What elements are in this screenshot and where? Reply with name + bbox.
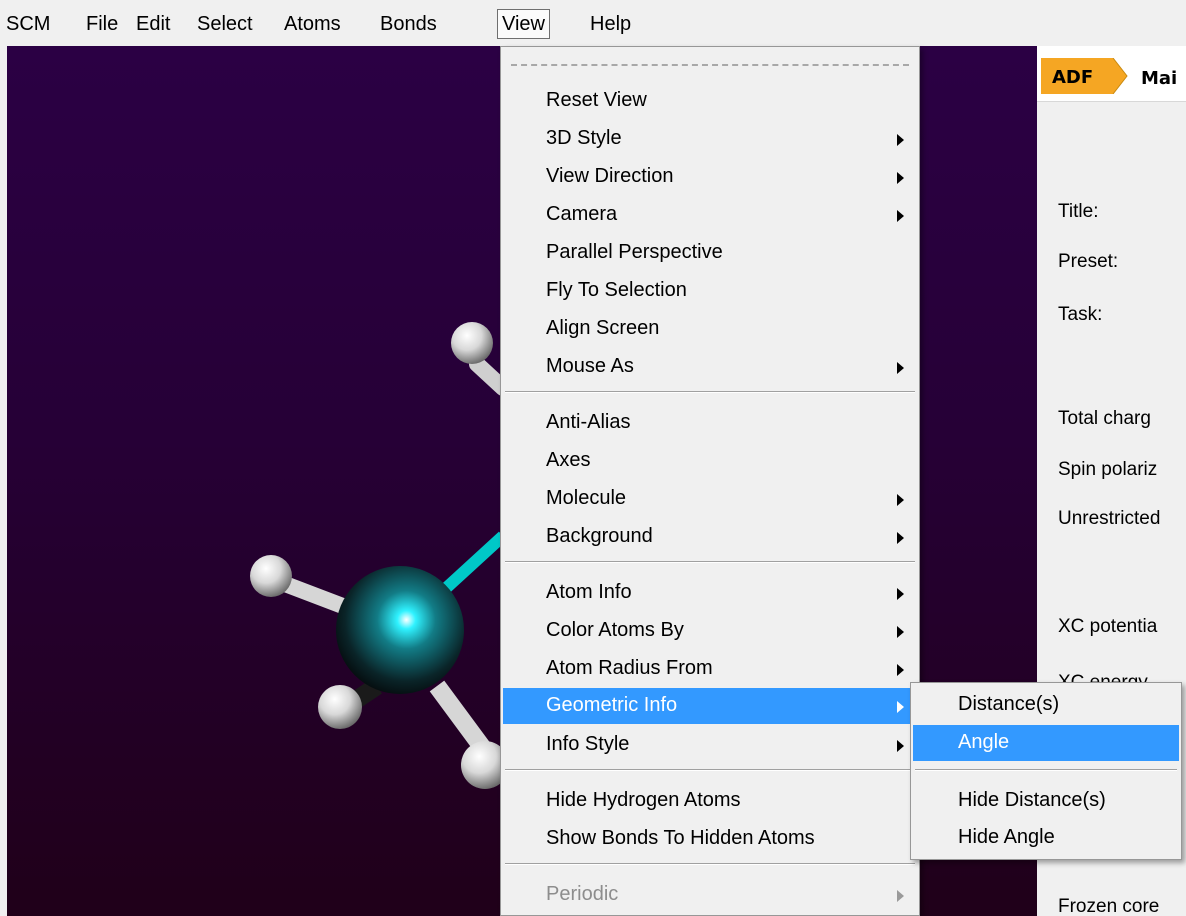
menu-separator [915,769,1177,771]
task-label: Task: [1058,304,1103,325]
menu-item-label: Fly To Selection [546,279,687,301]
submenu-arrow-icon [897,626,904,638]
bond-c-h-right [429,680,493,757]
menu-item-reset-view[interactable]: Reset View [503,83,917,119]
menu-atoms[interactable]: Atoms [280,9,345,39]
menu-item-label: Anti-Alias [546,411,631,433]
menu-item-periodic: Periodic [503,877,917,913]
menu-item-label: Hide Distance(s) [958,789,1106,811]
menu-view[interactable]: View [497,9,550,39]
menu-item-label: Info Style [546,733,630,755]
geometric-info-submenu: Distance(s) Angle Hide Distance(s) Hide … [910,682,1182,860]
submenu-arrow-icon [897,701,904,713]
menu-item-distances[interactable]: Distance(s) [913,687,1179,723]
submenu-arrow-icon [897,134,904,146]
tab-main[interactable]: Mai [1141,68,1177,89]
submenu-arrow-icon [897,532,904,544]
menu-item-label: Show Bonds To Hidden Atoms [546,827,815,849]
unrestricted-label: Unrestricted [1058,508,1161,529]
menu-item-camera[interactable]: Camera [503,197,917,233]
menu-item-axes[interactable]: Axes [503,443,917,479]
menu-help[interactable]: Help [586,9,635,39]
menu-item-label: Reset View [546,89,647,111]
menu-item-geometric-info[interactable]: Geometric Info [503,688,917,724]
menu-item-label: Color Atoms By [546,619,684,641]
preset-label: Preset: [1058,251,1119,272]
submenu-arrow-icon [897,362,904,374]
menu-item-label: Mouse As [546,355,634,377]
menu-item-info-style[interactable]: Info Style [503,727,917,763]
menu-item-hide-distances[interactable]: Hide Distance(s) [913,783,1179,819]
menu-item-3d-style[interactable]: 3D Style [503,121,917,157]
menu-item-label: Hide Hydrogen Atoms [546,789,741,811]
menu-item-label: Camera [546,203,618,225]
menu-item-color-atoms-by[interactable]: Color Atoms By [503,613,917,649]
menu-item-label: Atom Info [546,581,632,603]
menu-item-show-bonds-to-hidden-atoms[interactable]: Show Bonds To Hidden Atoms [503,821,917,857]
frozen-core-label: Frozen core [1058,896,1160,916]
submenu-arrow-icon [897,740,904,752]
submenu-arrow-icon [897,890,904,902]
submenu-arrow-icon [897,172,904,184]
menu-item-mouse-as[interactable]: Mouse As [503,349,917,385]
menu-separator [505,391,915,393]
menu-scm[interactable]: SCM [2,9,54,39]
menu-item-label: Distance(s) [958,693,1060,715]
carbon-atom [336,566,464,694]
panel-breadcrumb: ADF Mai [1037,46,1186,102]
menu-item-label: Background [546,525,653,547]
submenu-arrow-icon [897,664,904,676]
tearoff-line[interactable] [511,64,909,66]
menu-separator [505,561,915,563]
menu-item-label: Geometric Info [546,694,678,716]
menu-edit[interactable]: Edit [132,9,174,39]
total-charge-label: Total charg [1058,408,1151,429]
xc-potential-label: XC potentia [1058,616,1158,637]
hydrogen-atom [318,685,362,729]
menu-item-angle[interactable]: Angle [913,725,1179,761]
menu-item-anti-alias[interactable]: Anti-Alias [503,405,917,441]
menu-item-label: Hide Angle [958,826,1055,848]
menu-item-hide-hydrogen-atoms[interactable]: Hide Hydrogen Atoms [503,783,917,819]
menu-item-label: Angle [958,731,1010,753]
menu-separator [505,863,915,865]
spin-polarization-label: Spin polariz [1058,459,1158,480]
menu-separator [505,769,915,771]
menu-item-parallel-perspective[interactable]: Parallel Perspective [503,235,917,271]
menu-file[interactable]: File [82,9,122,39]
menubar: SCM File Edit Select Atoms Bonds View He… [0,0,1186,46]
menu-item-align-screen[interactable]: Align Screen [503,311,917,347]
menu-item-label: Molecule [546,487,627,509]
tab-adf[interactable]: ADF [1052,67,1093,88]
menu-item-label: Parallel Perspective [546,241,723,263]
submenu-arrow-icon [897,210,904,222]
menu-item-atom-radius-from[interactable]: Atom Radius From [503,651,917,687]
submenu-arrow-icon [897,494,904,506]
menu-item-label: Align Screen [546,317,660,339]
menu-item-atom-info[interactable]: Atom Info [503,575,917,611]
menu-item-label: Axes [546,449,591,471]
hydrogen-atom [250,555,292,597]
menu-item-label: View Direction [546,165,674,187]
submenu-arrow-icon [897,588,904,600]
menu-bonds[interactable]: Bonds [376,9,441,39]
menu-item-label: Periodic [546,883,619,905]
menu-item-background[interactable]: Background [503,519,917,555]
menu-item-label: 3D Style [546,127,622,149]
menu-item-hide-angle[interactable]: Hide Angle [913,820,1179,856]
menu-item-fly-to-selection[interactable]: Fly To Selection [503,273,917,309]
menu-item-molecule[interactable]: Molecule [503,481,917,517]
hydrogen-atom [451,322,493,364]
menu-item-label: Atom Radius From [546,657,713,679]
menu-select[interactable]: Select [193,9,257,39]
title-label: Title: [1058,201,1099,222]
view-menu: Reset View 3D Style View Direction Camer… [500,46,920,916]
menu-item-view-direction[interactable]: View Direction [503,159,917,195]
